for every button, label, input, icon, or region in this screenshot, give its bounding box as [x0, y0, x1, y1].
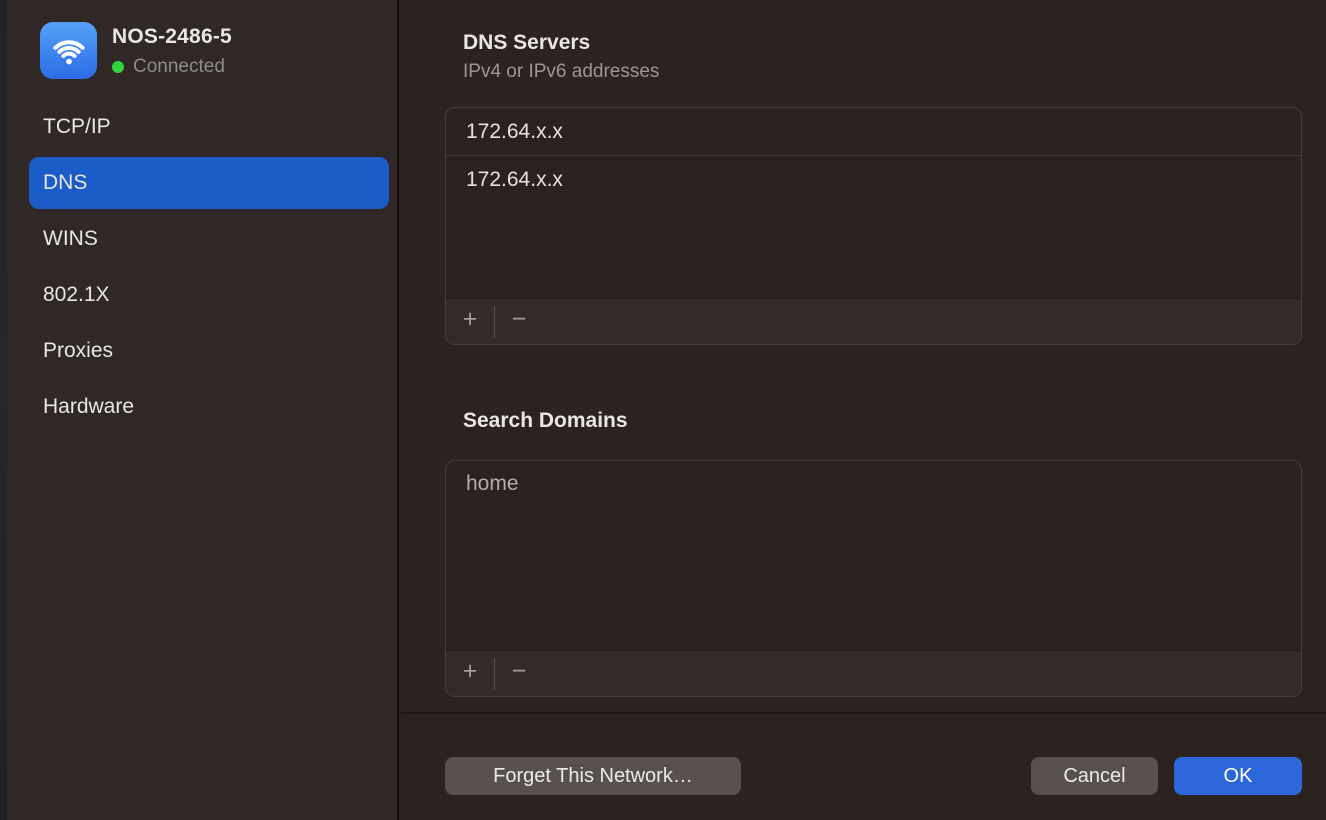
sidebar-item-wins[interactable]: WINS — [29, 213, 389, 265]
network-info: NOS-2486-5 Connected — [112, 22, 232, 79]
dns-server-entry[interactable]: 172.64.x.x — [446, 108, 1301, 156]
dns-servers-title: DNS Servers — [463, 31, 590, 55]
forget-this-network-button[interactable]: Forget This Network… — [445, 757, 741, 795]
dns-server-entry[interactable]: 172.64.x.x — [446, 156, 1301, 204]
sidebar-item-tcpip[interactable]: TCP/IP — [29, 101, 389, 153]
plus-icon: + — [463, 657, 478, 685]
search-domain-add-button[interactable]: + — [446, 651, 494, 697]
dns-remove-button[interactable]: − — [495, 299, 543, 345]
minus-icon: − — [512, 657, 527, 685]
dns-servers-list: 172.64.x.x 172.64.x.x + − — [445, 107, 1302, 345]
wifi-network-details-dialog: NOS-2486-5 Connected TCP/IP DNS WINS 802… — [0, 0, 1326, 820]
connected-status-label: Connected — [133, 56, 225, 78]
search-domains-list: home + − — [445, 460, 1302, 697]
dialog-button-row: Forget This Network… Cancel OK — [401, 757, 1326, 795]
cancel-button[interactable]: Cancel — [1031, 757, 1158, 795]
footer-divider — [401, 712, 1326, 714]
plus-icon: + — [463, 305, 478, 333]
network-header: NOS-2486-5 Connected — [40, 22, 232, 79]
minus-icon: − — [512, 305, 527, 333]
dns-servers-subtitle: IPv4 or IPv6 addresses — [463, 61, 659, 83]
sidebar-item-8021x[interactable]: 802.1X — [29, 269, 389, 321]
network-status: Connected — [112, 56, 232, 78]
sidebar: NOS-2486-5 Connected TCP/IP DNS WINS 802… — [7, 0, 399, 820]
dns-servers-toolbar: + − — [446, 298, 1301, 344]
dns-add-button[interactable]: + — [446, 299, 494, 345]
dns-settings-panel: DNS Servers IPv4 or IPv6 addresses 172.6… — [401, 0, 1326, 820]
search-domains-toolbar: + − — [446, 650, 1301, 696]
network-name: NOS-2486-5 — [112, 25, 232, 49]
sidebar-nav: TCP/IP DNS WINS 802.1X Proxies Hardware — [29, 101, 389, 437]
search-domain-entry[interactable]: home — [446, 461, 1301, 507]
connected-status-dot-icon — [112, 61, 124, 73]
search-domain-remove-button[interactable]: − — [495, 651, 543, 697]
sidebar-item-proxies[interactable]: Proxies — [29, 325, 389, 377]
sidebar-item-dns[interactable]: DNS — [29, 157, 389, 209]
background-window-edge — [0, 0, 7, 820]
ok-button[interactable]: OK — [1174, 757, 1302, 795]
sidebar-item-hardware[interactable]: Hardware — [29, 381, 389, 433]
search-domains-title: Search Domains — [463, 409, 628, 433]
wifi-icon — [40, 22, 97, 79]
